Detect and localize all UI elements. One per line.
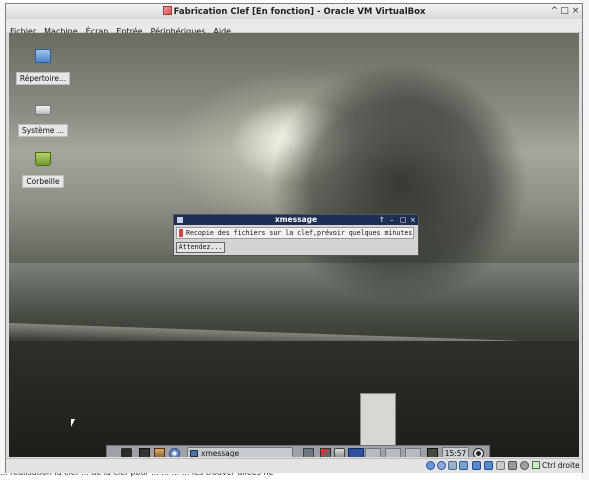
desktop-icon-corbeille[interactable]: Corbeille <box>13 152 73 188</box>
mouse-pointer-icon <box>71 419 75 427</box>
mouse-integration-status-icon[interactable] <box>520 461 529 470</box>
close-button[interactable]: × <box>570 6 581 17</box>
network-status-icon[interactable] <box>484 461 493 470</box>
close-button[interactable]: × <box>410 215 416 225</box>
paint-icon[interactable] <box>334 448 345 457</box>
usb-status-icon[interactable] <box>448 461 457 470</box>
desktop-icon-label: Corbeille <box>22 175 64 188</box>
minimize-button[interactable]: – <box>390 215 394 225</box>
cut-icon[interactable] <box>320 448 331 457</box>
xmessage-message: Recopie des fichiers sur la clef,prévoir… <box>186 229 414 237</box>
desktop-icon-systeme[interactable]: Système ... <box>13 101 73 137</box>
xmessage-window: xmessage ↑ – □ × Recopie des fichiers su… <box>173 214 419 256</box>
browser-icon[interactable] <box>169 448 180 457</box>
desktop-icon-label: Système ... <box>17 124 69 137</box>
menubar: Fichier Machine Écran Entrée Périphériques Ai… <box>6 19 582 36</box>
workspace-icon[interactable] <box>303 448 314 457</box>
virtualbox-statusbar: Ctrl droite <box>6 458 582 473</box>
xmessage-titlebar[interactable]: xmessage ↑ – □ × <box>174 215 418 225</box>
maximize-button[interactable]: □ <box>400 215 407 225</box>
pager-icon[interactable] <box>365 448 381 457</box>
virtualbox-window: Fabrication Clef [En fonction] - Oracle … <box>5 3 583 473</box>
cpu-status-icon[interactable] <box>508 461 517 470</box>
optical-drive-status-icon[interactable] <box>437 461 446 470</box>
tools-icon[interactable] <box>154 448 165 457</box>
window-title: Fabrication Clef [En fonction] - Oracle … <box>173 7 426 17</box>
network-icon[interactable] <box>427 448 438 457</box>
clock[interactable]: 15:57 <box>442 447 469 457</box>
start-menu-icon[interactable] <box>121 448 132 457</box>
text-marker-icon <box>179 229 183 237</box>
power-icon[interactable] <box>473 448 484 457</box>
terminal-icon[interactable] <box>139 448 150 457</box>
virtualbox-app-icon <box>162 6 172 15</box>
pager-icon[interactable] <box>385 448 401 457</box>
task-xmessage[interactable]: xmessage <box>187 447 293 457</box>
shade-button[interactable]: ↑ <box>379 215 385 225</box>
window-icon <box>190 450 198 457</box>
host-key-indicator[interactable]: Ctrl droite <box>532 461 580 470</box>
wallpaper-sign <box>360 393 396 447</box>
hard-disk-status-icon[interactable] <box>426 461 435 470</box>
desktop-icon-label: Répertoire... <box>15 72 71 85</box>
wallpaper-wave <box>229 43 579 343</box>
pager-icon[interactable] <box>405 448 421 457</box>
maximize-button[interactable]: □ <box>559 6 570 17</box>
trash-icon <box>35 152 51 166</box>
host-key-icon <box>532 461 540 469</box>
folder-home-icon <box>35 49 51 63</box>
taskbar: xmessage 15:57 <box>106 445 490 457</box>
host-key-label: Ctrl droite <box>542 461 580 470</box>
attendez-button[interactable]: Attendez... <box>176 242 225 253</box>
pager-active-icon[interactable] <box>348 448 364 457</box>
guest-screen[interactable]: Répertoire... Système ... Corbeille xmes… <box>9 33 579 457</box>
wallpaper-seawall <box>9 341 579 457</box>
shared-folders-status-icon[interactable] <box>459 461 468 470</box>
virtualbox-titlebar[interactable]: Fabrication Clef [En fonction] - Oracle … <box>6 4 582 20</box>
desktop-icon-repertoire[interactable]: Répertoire... <box>13 49 73 85</box>
task-label: xmessage <box>201 449 240 457</box>
recording-status-icon[interactable] <box>496 461 505 470</box>
display-status-icon[interactable] <box>472 461 481 470</box>
drive-icon <box>35 105 51 115</box>
xmessage-text: Recopie des fichiers sur la clef,prévoir… <box>176 227 414 239</box>
